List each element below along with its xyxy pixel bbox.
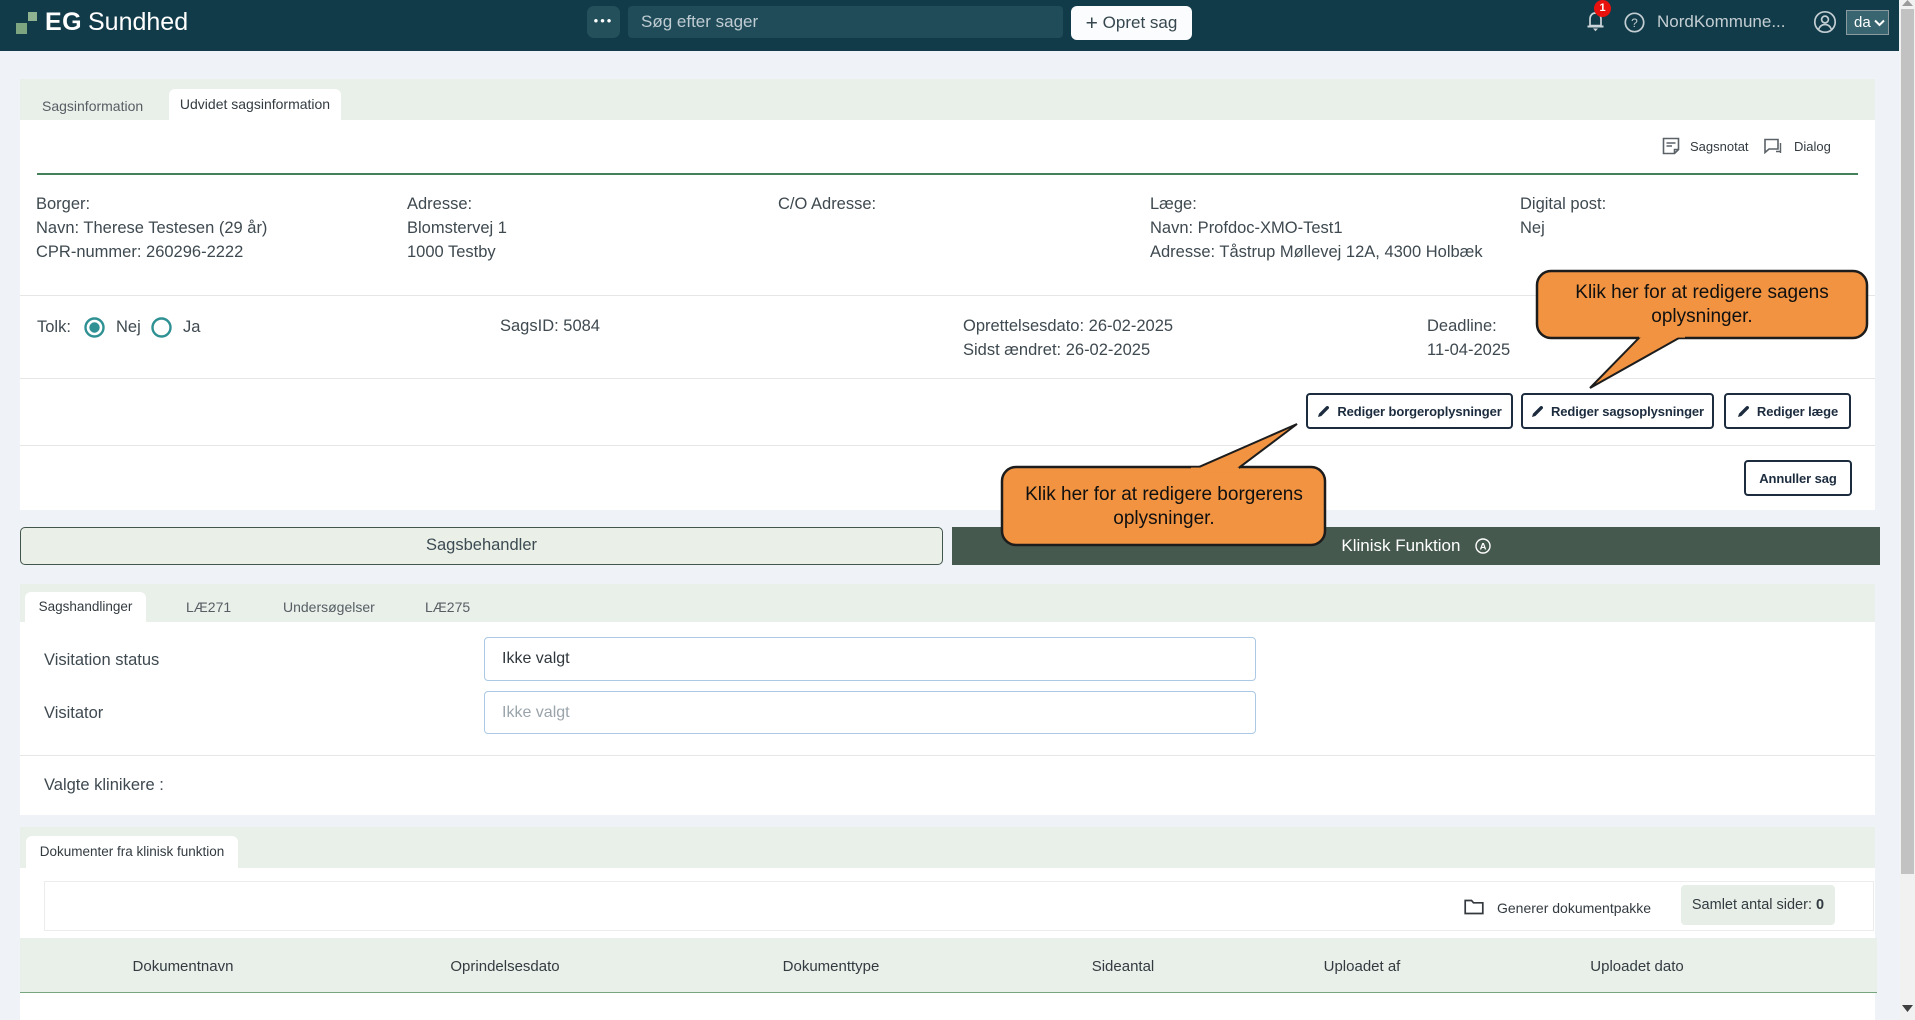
svg-text:?: ? (1631, 16, 1638, 30)
svg-text:A: A (1479, 542, 1486, 553)
svg-text:Klik her for at redigere sagen: Klik her for at redigere sagens (1575, 282, 1828, 303)
svg-text:Klik her for at redigere borge: Klik her for at redigere borgerens (1025, 484, 1303, 505)
svg-text:oplysninger.: oplysninger. (1113, 508, 1214, 529)
svg-text:oplysninger.: oplysninger. (1651, 306, 1752, 327)
